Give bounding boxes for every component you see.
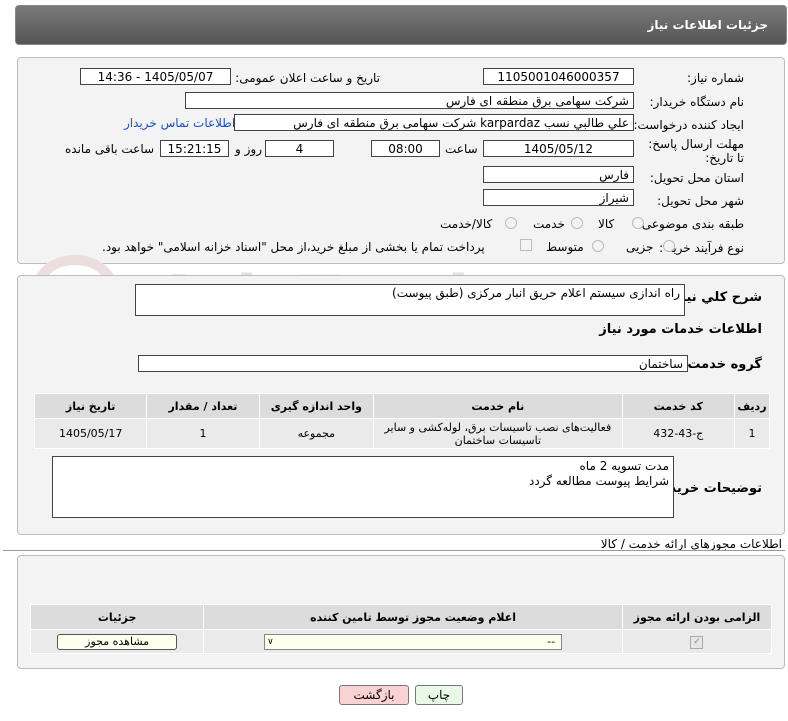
- process-medium-label: متوسط: [546, 240, 584, 254]
- province-field[interactable]: فارس: [483, 166, 634, 183]
- permit-status-value: --: [547, 634, 556, 648]
- need-number-label: شماره نیاز:: [687, 71, 744, 85]
- services-title: اطلاعات خدمات مورد نیاز: [599, 322, 762, 337]
- announce-date-label: تاریخ و ساعت اعلان عمومی:: [235, 71, 380, 85]
- city-field[interactable]: شیراز: [483, 189, 634, 206]
- col-name: نام خدمت: [373, 393, 623, 419]
- description-textarea[interactable]: راه اندازی سیستم اعلام حریق انبار مرکزی …: [135, 284, 685, 316]
- permits-title: اطلاعات مجوزهای ارائه خدمت / کالا: [600, 537, 782, 551]
- permits-divider: [3, 550, 785, 551]
- service-code: ج-43-432: [621, 418, 735, 449]
- service-qty: 1: [146, 418, 260, 449]
- details-cell: مشاهده مجوز: [29, 629, 205, 654]
- col-unit: واحد اندازه گیری: [258, 393, 375, 419]
- services-table-wrapper: ردیف کد خدمت نام خدمت واحد اندازه گیری ت…: [33, 393, 771, 449]
- col-details: جزئیات: [29, 604, 205, 630]
- buyer-org-field[interactable]: شرکت سهامی برق منطقه ای فارس: [185, 92, 634, 109]
- service-date: 1405/05/17: [33, 418, 148, 449]
- service-name: فعالیت‌های نصب تاسیسات برق، لوله‌کشی و س…: [373, 418, 623, 449]
- process-medium-radio[interactable]: [592, 240, 604, 252]
- view-permit-button[interactable]: مشاهده مجوز: [57, 633, 178, 650]
- service-group-label: گروه خدمت:: [682, 357, 762, 372]
- process-minor-radio[interactable]: [663, 240, 675, 252]
- chevron-down-icon: ∨: [267, 636, 274, 647]
- col-qty: تعداد / مقدار: [146, 393, 260, 419]
- need-number-field[interactable]: 1105001046000357: [483, 68, 634, 85]
- announce-date-field[interactable]: 1405/05/07 - 14:36: [80, 68, 231, 85]
- creator-field[interactable]: علي طالبي نسب karpardaz شرکت سهامی برق م…: [234, 114, 634, 131]
- buyer-notes-textarea[interactable]: مدت تسویه 2 ماه شرایط پیوست مطالعه گردد: [52, 456, 674, 518]
- print-button[interactable]: چاپ: [415, 685, 463, 705]
- province-label: استان محل تحویل:: [649, 171, 744, 185]
- service-group-field[interactable]: ساختمان: [138, 355, 688, 372]
- city-label: شهر محل تحویل:: [657, 194, 744, 208]
- days-label: روز و: [235, 142, 262, 156]
- category-goods-service-label: کالا/خدمت: [440, 217, 493, 231]
- status-cell: ∨ --: [203, 629, 623, 654]
- category-goods-service-radio[interactable]: [505, 217, 517, 229]
- col-code: کد خدمت: [621, 393, 735, 419]
- back-button[interactable]: بازگشت: [339, 685, 409, 705]
- required-checkbox[interactable]: ✓: [690, 636, 704, 649]
- permits-table-wrapper: الزامی بودن ارائه مجوز اعلام وضعیت مجوز …: [29, 604, 773, 654]
- permits-table: الزامی بودن ارائه مجوز اعلام وضعیت مجوز …: [29, 604, 773, 654]
- deadline-time-label: ساعت: [445, 142, 478, 156]
- deadline-label: مهلت ارسال پاسخ: تا تاریخ:: [648, 137, 744, 165]
- col-required: الزامی بودن ارائه مجوز: [621, 604, 773, 630]
- remaining-time-label: ساعت باقی مانده: [65, 142, 155, 156]
- col-date: تاریخ نیاز: [33, 393, 148, 419]
- table-row: ✓ ∨ -- مشاهده مجوز: [29, 629, 773, 654]
- row-index: 1: [733, 418, 771, 449]
- col-status: اعلام وضعیت مجوز توسط تامین کننده: [203, 604, 623, 630]
- table-row: 1 ج-43-432 فعالیت‌های نصب تاسیسات برق، ل…: [33, 418, 771, 449]
- treasury-payment-note: پرداخت تمام یا بخشی از مبلغ خرید،از محل …: [102, 240, 485, 254]
- buyer-org-label: نام دستگاه خریدار:: [649, 95, 745, 109]
- remaining-days-field[interactable]: 4: [265, 140, 334, 157]
- deadline-time-field[interactable]: 08:00: [371, 140, 440, 157]
- col-row: ردیف: [733, 393, 771, 419]
- category-goods-label: کالا: [598, 217, 615, 231]
- buyer-contact-link[interactable]: اطلاعات تماس خریدار: [124, 116, 235, 130]
- services-table: ردیف کد خدمت نام خدمت واحد اندازه گیری ت…: [33, 393, 771, 449]
- category-service-label: خدمت: [533, 217, 565, 231]
- page-title: جزئیات اطلاعات نیاز: [647, 18, 768, 32]
- creator-label: ایجاد کننده درخواست:: [633, 118, 744, 132]
- buyer-notes-line-1: مدت تسویه 2 ماه: [579, 459, 670, 473]
- process-minor-label: جزیی: [626, 240, 654, 254]
- required-cell: ✓: [621, 629, 773, 654]
- permit-status-select[interactable]: ∨ --: [264, 633, 563, 650]
- treasury-payment-checkbox[interactable]: [520, 239, 532, 251]
- deadline-date-field[interactable]: 1405/05/12: [483, 140, 634, 157]
- category-service-radio[interactable]: [571, 217, 583, 229]
- category-goods-radio[interactable]: [632, 217, 644, 229]
- remaining-time-field[interactable]: 15:21:15: [160, 140, 229, 157]
- service-unit: مجموعه: [258, 418, 375, 449]
- category-label: طبقه بندی موضوعی:: [637, 217, 744, 231]
- buyer-notes-line-2: شرایط پیوست مطالعه گردد: [528, 474, 669, 488]
- page-header: جزئیات اطلاعات نیاز: [15, 5, 787, 45]
